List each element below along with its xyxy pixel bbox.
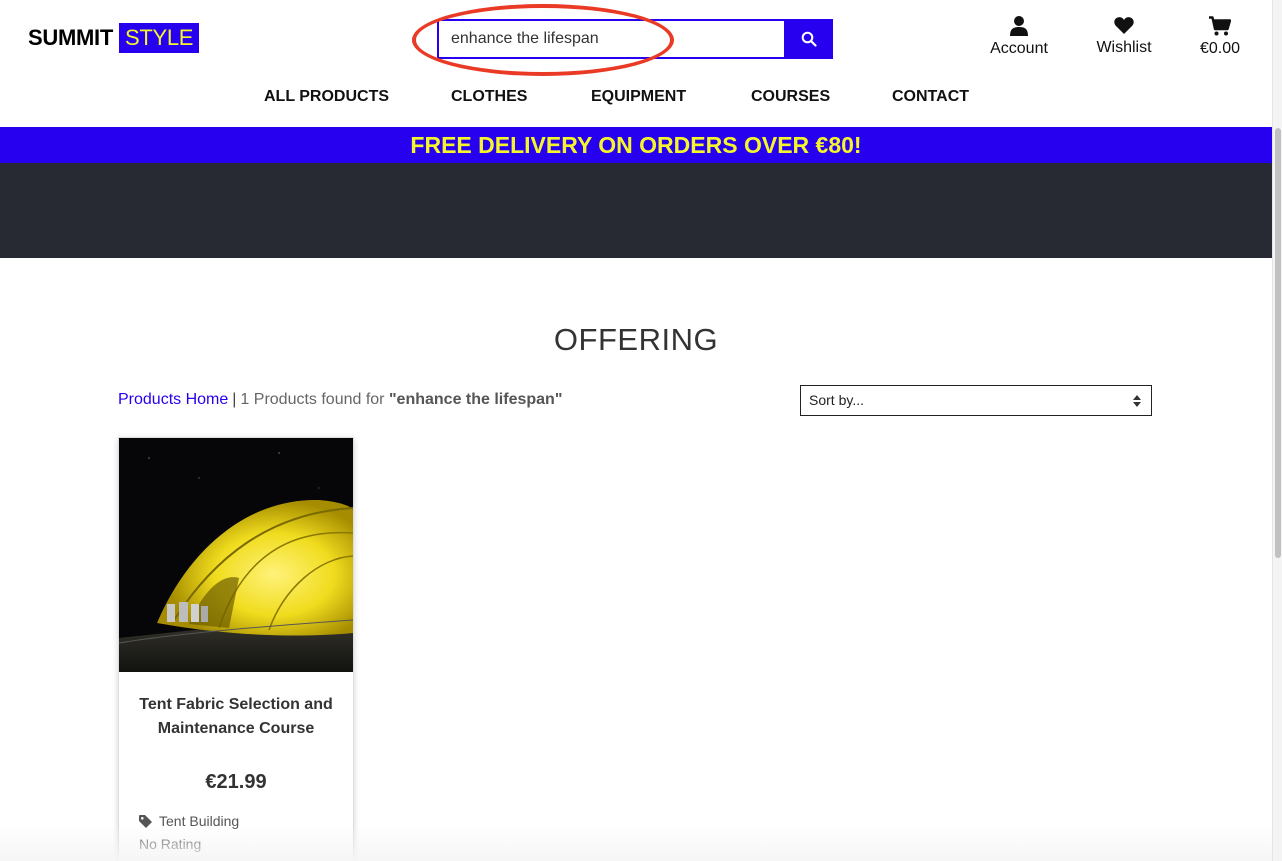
results-count: 1 Products found for (240, 391, 385, 408)
sort-arrows-icon (1133, 395, 1141, 407)
product-rating: No Rating (139, 836, 202, 852)
product-card[interactable]: Tent Fabric Selection and Maintenance Co… (118, 437, 354, 861)
account-label: Account (990, 40, 1048, 57)
search-button[interactable] (784, 19, 833, 59)
hero-band (0, 163, 1272, 258)
account-link[interactable]: Account (987, 16, 1051, 58)
tag-icon (139, 814, 152, 828)
nav-contact[interactable]: CONTACT (892, 88, 969, 106)
products-home-link[interactable]: Products Home (118, 391, 228, 408)
logo[interactable]: SUMMIT STYLE (28, 23, 200, 53)
scrollbar-thumb[interactable] (1275, 128, 1281, 558)
results-query: "enhance the lifespan" (388, 391, 563, 408)
nav-courses[interactable]: COURSES (751, 88, 830, 106)
page-scrollbar[interactable] (1272, 0, 1282, 861)
product-category-label: Tent Building (159, 813, 240, 829)
delivery-banner: FREE DELIVERY ON ORDERS OVER €80! (0, 127, 1272, 163)
nav-all-products[interactable]: ALL PRODUCTS (264, 88, 389, 106)
heart-icon (1114, 17, 1134, 34)
sort-select[interactable]: Sort by... (800, 385, 1152, 416)
search-icon (801, 31, 817, 47)
product-price: €21.99 (205, 771, 267, 793)
results-summary: Products Home | 1 Products found for "enha… (118, 391, 562, 409)
main-nav: ALL PRODUCTS CLOTHES EQUIPMENT COURSES C… (0, 88, 1272, 112)
cart-link[interactable]: €0.00 (1196, 16, 1244, 58)
cart-total: €0.00 (1199, 40, 1241, 57)
cart-icon (1209, 16, 1231, 36)
nav-equipment[interactable]: EQUIPMENT (591, 88, 686, 106)
logo-word-style: STYLE (118, 23, 200, 53)
product-title[interactable]: Tent Fabric Selection and Maintenance Co… (133, 693, 339, 741)
wishlist-link[interactable]: Wishlist (1093, 16, 1155, 57)
page-title: OFFERING (553, 322, 719, 357)
search-input[interactable] (437, 19, 784, 59)
sort-selected: Sort by... (809, 392, 864, 408)
search-form (437, 19, 833, 59)
user-icon (1010, 16, 1028, 36)
results-separator: | (232, 391, 237, 408)
logo-word-summit: SUMMIT (28, 25, 113, 50)
wishlist-label: Wishlist (1096, 39, 1152, 56)
product-category[interactable]: Tent Building (139, 813, 239, 829)
tent-photo (119, 438, 353, 672)
nav-clothes[interactable]: CLOTHES (451, 88, 527, 106)
site-header: SUMMIT STYLE Account Wishlist (0, 0, 1272, 127)
product-image[interactable] (119, 438, 353, 672)
